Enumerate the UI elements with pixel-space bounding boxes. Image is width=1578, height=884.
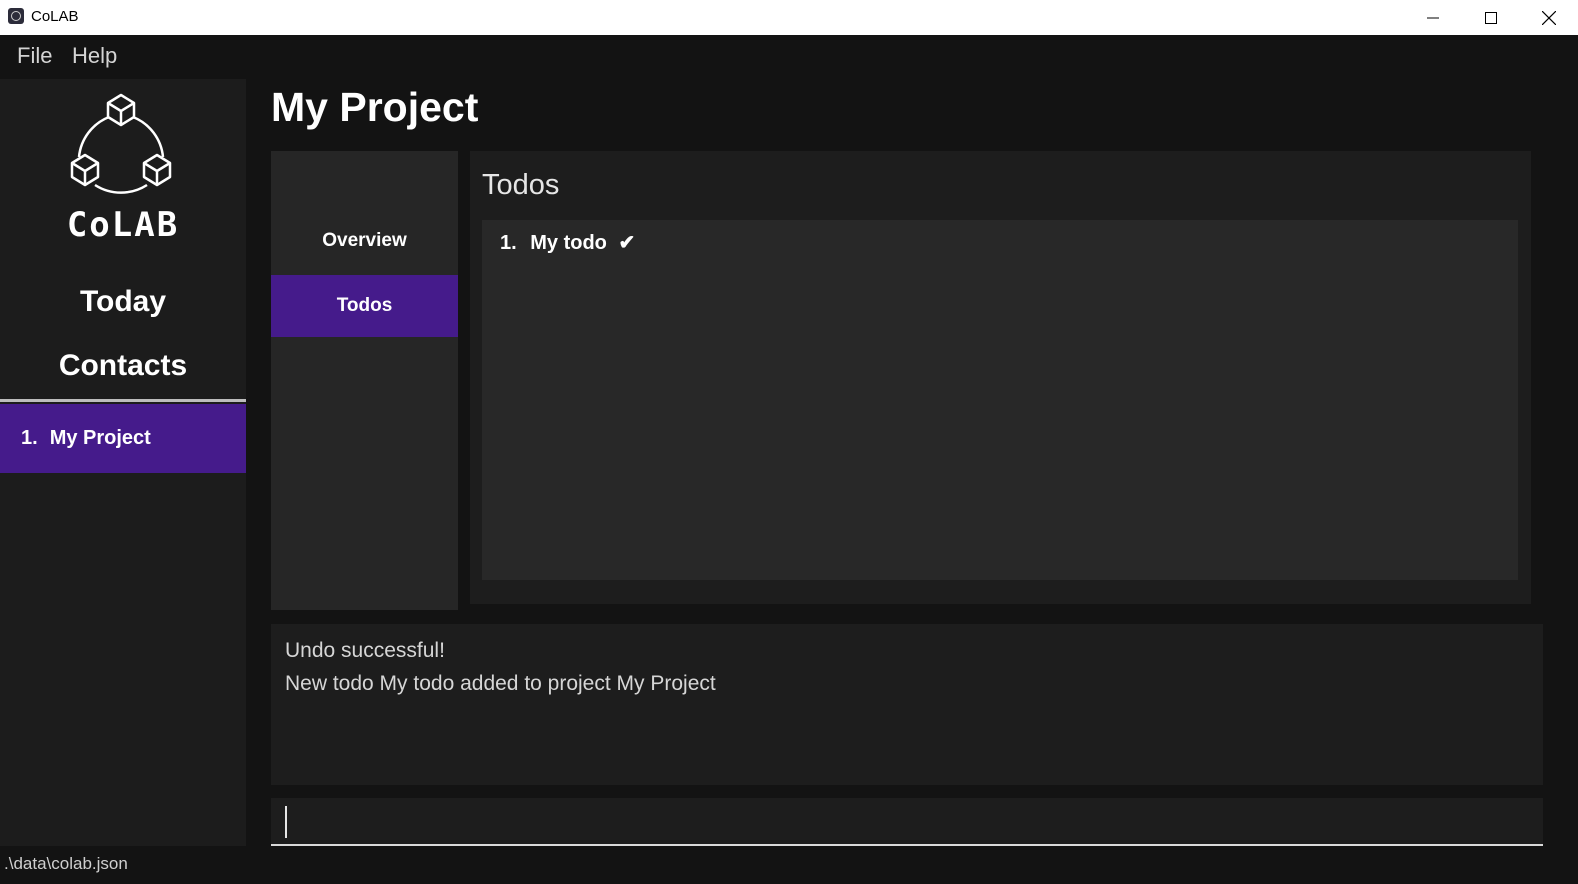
status-bar: .\data\colab.json — [0, 846, 1578, 884]
todo-description: My todo — [530, 232, 607, 254]
maximize-icon — [1485, 11, 1497, 24]
project-name: My Project — [49, 427, 151, 449]
menu-bar: File Help — [0, 35, 1578, 79]
minimize-icon — [1427, 17, 1439, 18]
minimize-button[interactable] — [1404, 0, 1462, 35]
todos-list[interactable]: 1. My todo ✔ — [482, 220, 1518, 580]
todo-list-item[interactable]: 1. My todo ✔ — [500, 230, 635, 255]
close-button[interactable] — [1520, 0, 1578, 35]
nav-contacts[interactable]: Contacts — [0, 349, 246, 383]
app-icon — [8, 8, 24, 24]
logo-text: CoLAB — [66, 205, 180, 245]
text-caret — [285, 806, 287, 838]
window-title: CoLAB — [31, 8, 79, 25]
colab-logo-icon — [70, 93, 172, 194]
command-input[interactable] — [271, 798, 1543, 844]
title-bar: CoLAB — [0, 0, 1578, 35]
nav-today[interactable]: Today — [0, 285, 246, 319]
menu-help[interactable]: Help — [72, 43, 117, 69]
project-tabs: Overview Todos — [271, 151, 458, 610]
command-box — [271, 798, 1543, 846]
project-index: 1. — [21, 427, 38, 449]
data-file-path: .\data\colab.json — [4, 854, 128, 873]
result-display: Undo successful! New todo My todo added … — [271, 624, 1543, 785]
maximize-button[interactable] — [1462, 0, 1520, 35]
page-title: My Project — [271, 84, 479, 130]
sidebar-divider — [0, 399, 246, 402]
result-line: New todo My todo added to project My Pro… — [285, 672, 716, 695]
result-line: Undo successful! — [285, 639, 445, 662]
checkmark-icon: ✔ — [618, 232, 636, 254]
todo-index: 1. — [500, 232, 517, 254]
todos-panel: Todos 1. My todo ✔ — [470, 151, 1531, 604]
project-list-item[interactable]: 1. My Project — [0, 404, 246, 473]
tab-overview[interactable]: Overview — [271, 210, 458, 272]
todos-heading: Todos — [482, 169, 560, 201]
sidebar: CoLAB Today Contacts 1. My Project — [0, 79, 246, 846]
menu-file[interactable]: File — [17, 43, 52, 69]
tab-todos[interactable]: Todos — [271, 275, 458, 337]
close-icon — [1542, 10, 1556, 25]
